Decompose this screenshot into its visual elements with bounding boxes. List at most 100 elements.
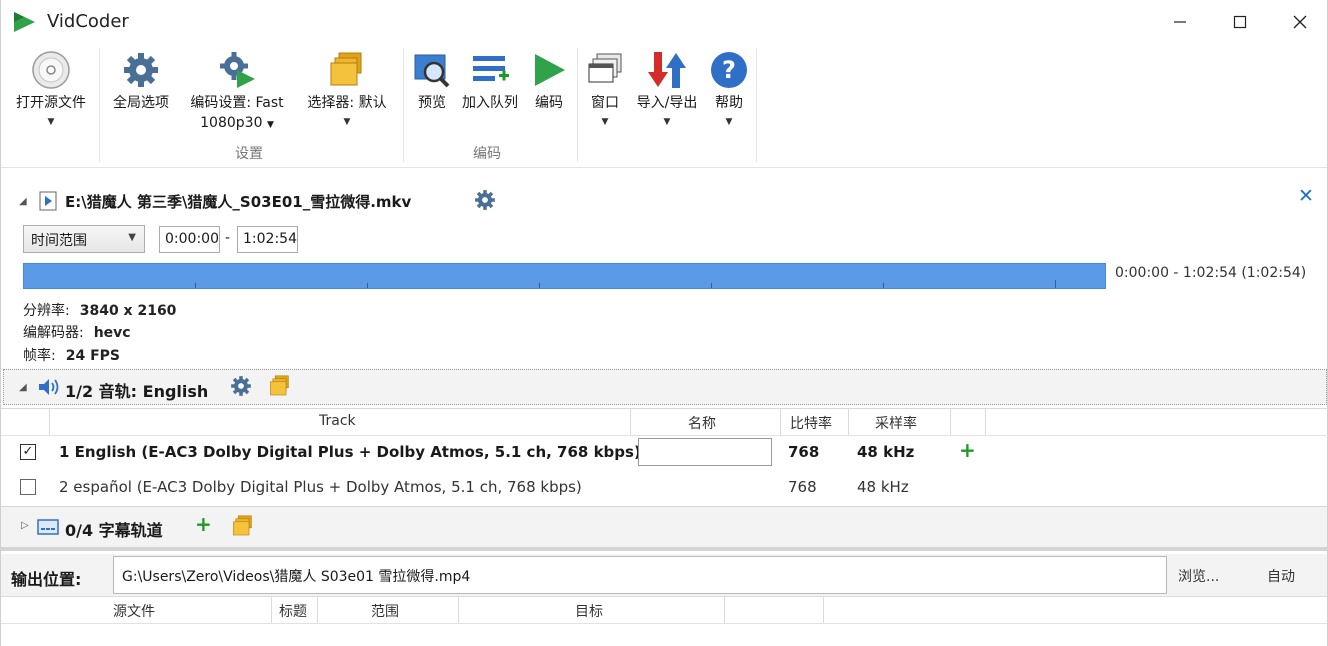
expand-triangle-icon[interactable]: ▷ [21,520,29,531]
collapse-triangle-icon[interactable]: ◢ [19,196,27,207]
timeline-tick [1055,280,1056,288]
resolution-label: 分辨率: [23,303,70,319]
open-source-button[interactable]: 打开源文件 ▼ [9,48,93,130]
preview-button[interactable]: 预览 [411,48,453,114]
column-separator [271,597,272,623]
ribbon-separator [403,48,404,162]
collapse-triangle-icon[interactable]: ◢ [19,382,27,393]
track-name-input[interactable] [638,438,772,466]
audio-grid-header: Track 名称 比特率 采样率 [1,408,1328,436]
add-to-queue-button[interactable]: 加入队列 [455,48,525,114]
subtitle-icon [37,519,59,535]
end-time-input[interactable]: 1:02:54 [237,226,298,253]
encode-label: 编码 [535,95,563,111]
ribbon-separator [756,48,757,162]
framerate-value: 24 FPS [65,348,120,364]
output-label: 输出位置: [11,570,82,589]
main-window: VidCoder 打开源文件 ▼ 全局选项 编码设置: Fast 1080p30… [0,0,1328,646]
track-name: 2 español (E-AC3 Dolby Digital Plus + Do… [59,478,582,496]
splitter[interactable] [1,547,1327,551]
add-subtitle-icon[interactable]: + [195,512,212,536]
codec-row: 编解码器: hevc [23,322,131,342]
minimize-icon [1174,21,1186,23]
column-samplerate[interactable]: 采样率 [875,413,917,433]
preview-label: 预览 [418,95,446,111]
video-file-icon [39,191,57,211]
picker-button[interactable]: 选择器: 默认 ▼ [297,48,397,130]
framerate-row: 帧率: 24 FPS [23,345,120,365]
column-separator [780,409,781,435]
add-to-queue-icon [473,56,509,81]
source-path: E:\猎魔人 第三季\猎魔人_S03E01_雪拉微得.mkv [65,193,412,211]
queue-column-target[interactable]: 目标 [575,601,603,621]
queue-column-range[interactable]: 范围 [371,601,399,621]
track-checkbox[interactable]: ✓ [20,444,36,460]
subtitle-folders-icon[interactable] [231,514,255,538]
folders-icon [330,52,362,86]
encoding-group-label: 编码 [473,146,501,162]
import-export-label: 导入/导出 [636,95,698,111]
column-bitrate[interactable]: 比特率 [790,413,832,433]
browse-button[interactable]: 浏览... [1178,566,1219,586]
time-dash: - [225,230,231,246]
queue-column-title[interactable]: 标题 [279,601,307,621]
global-options-button[interactable]: 全局选项 [105,48,177,114]
output-path-input[interactable]: G:\Users\Zero\Videos\猎魔人 S03e01 雪拉微得.mp4 [113,556,1167,594]
timeline-bar[interactable] [23,263,1106,289]
dropdown-arrow-icon: ▼ [343,117,351,127]
encode-button[interactable]: 编码 [527,48,571,114]
play-icon [535,54,565,86]
timeline-tick [711,283,712,288]
add-track-icon[interactable]: + [959,438,976,462]
encode-settings-preset: 1080p30 ▼ [179,114,295,134]
timeline-range-text: 0:00:00 - 1:02:54 (1:02:54) [1115,265,1307,281]
auto-button[interactable]: 自动 [1267,566,1295,586]
track-checkbox[interactable] [20,479,36,495]
dropdown-arrow-icon: ▼ [47,117,55,127]
resolution-value: 3840 x 2160 [79,303,177,319]
help-button[interactable]: ? 帮助 ▼ [707,48,751,130]
column-separator [317,597,318,623]
help-icon: ? [711,52,747,88]
queue-grid-header: 源文件 标题 范围 目标 [1,596,1327,624]
audio-folders-icon[interactable] [268,374,292,398]
timeline-tick [367,283,368,288]
import-export-icon [648,52,686,88]
windows-icon [588,53,622,83]
source-settings-gear-icon[interactable] [474,189,496,211]
maximize-button[interactable] [1210,0,1270,44]
column-separator [458,597,459,623]
speaker-icon [39,379,59,395]
preview-icon [414,54,450,88]
audio-track-row[interactable]: 2 español (E-AC3 Dolby Digital Plus + Do… [1,470,1328,504]
range-type-dropdown[interactable]: 时间范围 ▼ [23,225,145,253]
column-separator [724,597,725,623]
track-name: 1 English (E-AC3 Dolby Digital Plus + Do… [59,443,641,461]
disc-icon [32,51,70,89]
window-button[interactable]: 窗口 ▼ [583,48,627,130]
import-export-button[interactable]: 导入/导出 ▼ [629,48,705,130]
ribbon-separator [99,48,100,162]
framerate-label: 帧率: [23,348,56,364]
close-source-button[interactable]: ✕ [1298,185,1314,207]
ribbon-toolbar: 打开源文件 ▼ 全局选项 编码设置: Fast 1080p30 ▼ 选择器: 默… [1,44,1327,168]
vidcoder-logo-icon [14,12,35,32]
help-label: 帮助 [715,95,743,111]
column-track[interactable]: Track [319,413,356,429]
encode-settings-icon [220,52,255,88]
start-time-input[interactable]: 0:00:00 [159,226,220,253]
encode-settings-label: 编码设置: Fast [190,95,284,111]
minimize-button[interactable] [1150,0,1210,44]
dropdown-arrow-icon: ▼ [601,117,609,127]
dropdown-arrow-icon: ▼ [663,117,671,127]
encode-settings-button[interactable]: 编码设置: Fast 1080p30 ▼ [179,48,295,134]
timeline-tick [195,283,196,288]
track-samplerate: 48 kHz [857,478,909,496]
svg-text:?: ? [722,56,736,84]
queue-column-source[interactable]: 源文件 [113,601,155,621]
range-type-value: 时间范围 [31,233,87,249]
column-name[interactable]: 名称 [688,413,716,433]
audio-settings-gear-icon[interactable] [230,375,252,397]
close-window-button[interactable] [1270,0,1328,44]
track-samplerate: 48 kHz [857,443,915,461]
